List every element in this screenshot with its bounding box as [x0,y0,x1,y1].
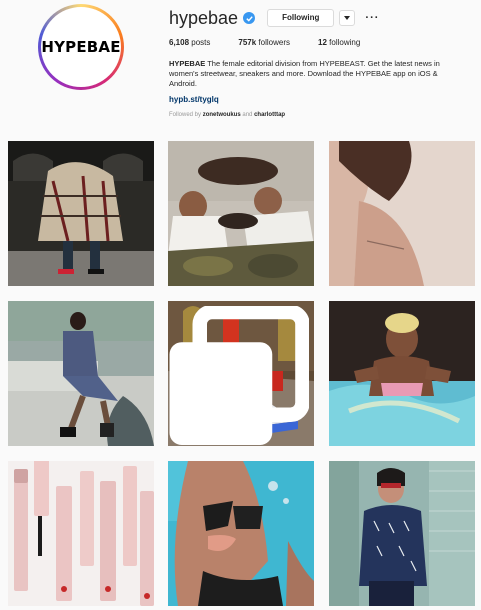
bio-text: The female editorial division from HYPEB… [169,59,440,88]
post-thumbnail[interactable] [8,301,154,446]
posts-stat: 6,108 posts [169,38,210,47]
username: hypebae [169,7,239,28]
multiple-photos-icon [169,306,309,445]
followed-by-joiner: and [240,112,255,118]
followed-by-prefix: Followed by [169,112,203,118]
posts-label: posts [191,38,211,47]
followers-count: 757k [238,38,257,47]
verified-badge-icon [243,12,256,24]
post-image [168,461,314,606]
chevron-down-icon [344,16,351,20]
post-image [8,141,154,286]
post-image [8,301,154,446]
post-image [329,461,475,606]
bio-name: HYPEBAE [169,59,206,68]
post-thumbnail[interactable] [168,141,314,286]
followed-by: Followed by zonetwoukus and charlotttap [169,112,285,118]
post-image [168,141,314,286]
post-thumbnail[interactable] [329,301,475,446]
post-thumbnail[interactable] [8,141,154,286]
following-count: 12 [318,38,327,47]
post-thumbnail[interactable] [168,301,314,446]
avatar[interactable]: HYPEBAE [41,7,121,87]
post-image [329,301,475,446]
avatar-logo-text: HYPEBAE [41,38,121,56]
profile-avatar-ring[interactable]: HYPEBAE [38,4,124,90]
followed-by-user-2[interactable]: charlotttap [254,112,285,118]
post-image [8,461,154,606]
followed-by-user-1[interactable]: zonetwoukus [203,112,241,118]
followers-label: followers [258,38,290,47]
following-stat[interactable]: 12 following [318,38,360,47]
post-thumbnail[interactable] [8,461,154,606]
following-button[interactable]: Following [267,9,335,27]
profile-bio: HYPEBAE The female editorial division fr… [169,59,459,89]
post-thumbnail[interactable] [329,141,475,286]
bio-link[interactable]: hypb.st/tyglq [169,95,219,104]
posts-count: 6,108 [169,38,190,47]
profile-header: hypebae Following ··· [169,8,379,28]
following-label: following [329,38,361,47]
post-thumbnail[interactable] [329,461,475,606]
more-options-button[interactable]: ··· [365,12,379,24]
post-thumbnail[interactable] [168,461,314,606]
profile-stats: 6,108 posts 757k followers 12 following [169,38,388,47]
followers-stat[interactable]: 757k followers [238,38,290,47]
suggestions-dropdown-button[interactable] [339,10,356,26]
post-image [329,141,475,286]
